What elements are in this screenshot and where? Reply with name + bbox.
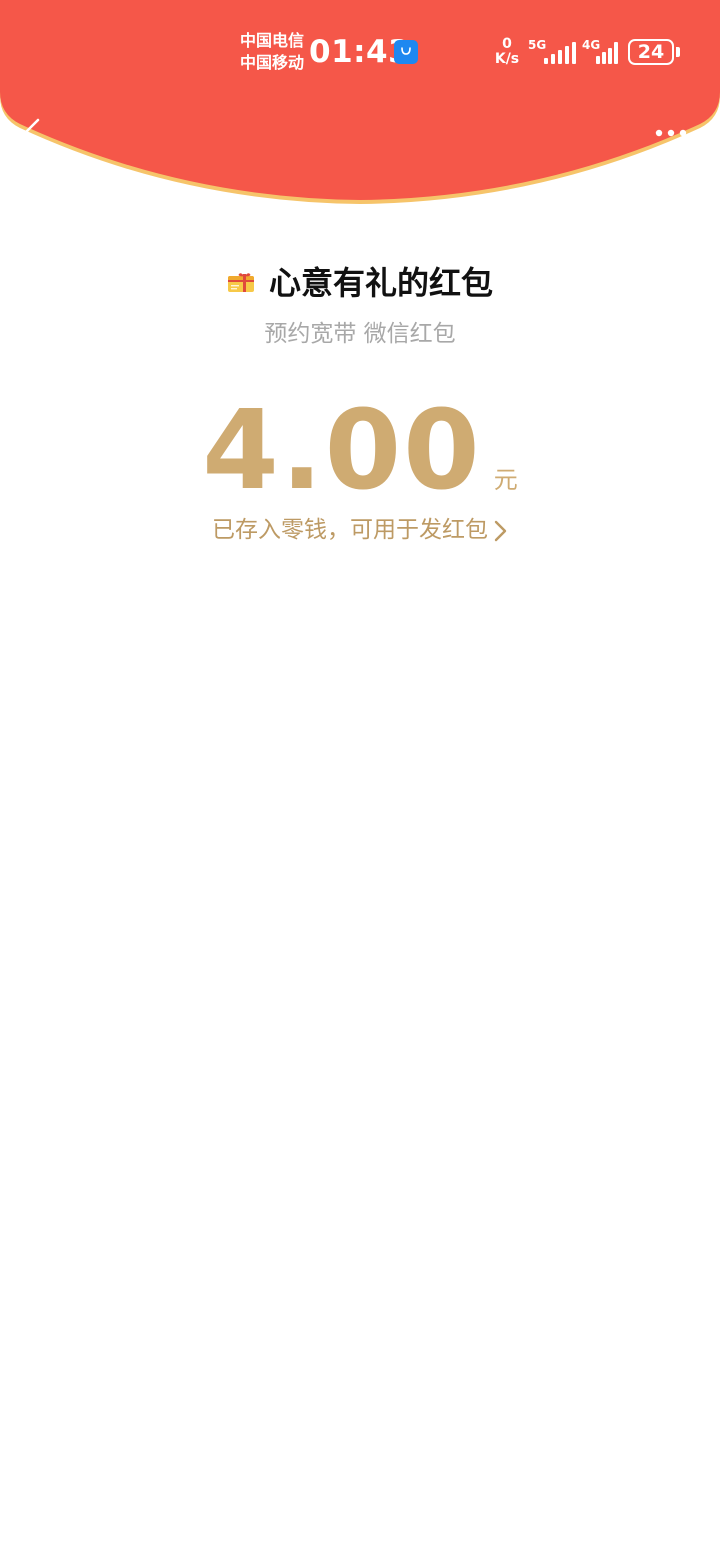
more-button[interactable] — [648, 118, 694, 148]
carrier-names: 中国电信 中国移动 — [240, 30, 304, 74]
red-packet-subtitle: 预约宽带 微信红包 — [264, 321, 456, 347]
red-packet-title: 心意有礼的红包 — [268, 264, 493, 302]
carrier-2: 中国移动 — [240, 53, 305, 72]
battery-percent: 24 — [637, 41, 665, 63]
red-packet-title-row: 心意有礼的红包 — [0, 258, 720, 308]
shopping-bag-icon — [394, 40, 418, 64]
back-arrow-icon — [24, 118, 40, 134]
red-packet-detail-page: 中国电信 中国移动 01:43 0 K/s 5G 4G 24 心意有礼的红包 预… — [0, 0, 720, 1560]
more-dots-icon — [655, 129, 687, 137]
gift-box-icon — [227, 273, 254, 292]
amount-row: 4.00 元 — [0, 390, 720, 510]
carrier-1: 中国电信 — [240, 31, 305, 50]
amount-value: 4.00 — [202, 386, 482, 514]
battery-icon: 24 — [628, 39, 674, 65]
status-bar: 中国电信 中国移动 01:43 0 K/s 5G 4G 24 — [0, 0, 720, 100]
battery-tip — [676, 47, 680, 57]
chevron-right-icon — [494, 520, 507, 541]
network-speed: 0 K/s — [492, 37, 522, 67]
amount-unit: 元 — [493, 466, 518, 494]
signal-bars-icon — [544, 42, 576, 64]
wallet-note-text: 已存入零钱，可用于发红包 — [212, 517, 488, 543]
wallet-balance-link[interactable]: 已存入零钱，可用于发红包 — [0, 512, 720, 548]
network-speed-value: 0 — [502, 36, 512, 52]
network-speed-unit: K/s — [494, 51, 520, 67]
signal-bars-icon — [596, 42, 618, 64]
back-button[interactable] — [14, 112, 54, 152]
